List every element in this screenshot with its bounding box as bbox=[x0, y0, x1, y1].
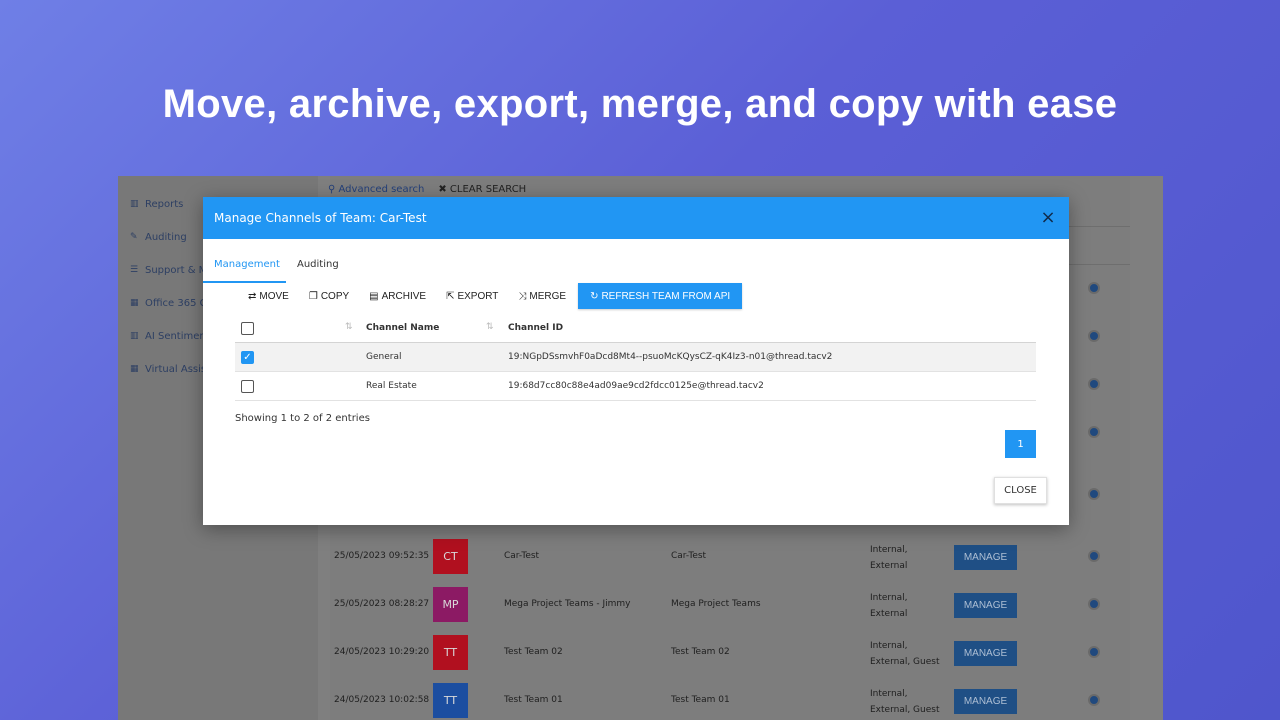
table-row[interactable]: Real Estate 19:68d7cc80c88e4ad09ae9cd2fd… bbox=[235, 372, 1036, 401]
info-icon[interactable] bbox=[1088, 330, 1100, 342]
sidebar-item-label: AI Sentiment bbox=[145, 330, 210, 342]
merge-button[interactable]: ⤨ MERGE bbox=[508, 283, 576, 309]
table-row[interactable]: ✓ General 19:NGpDSsmvhF0aDcd8Mt4--psuoMc… bbox=[235, 343, 1036, 372]
column-header-channel-name[interactable]: Channel Name bbox=[366, 323, 439, 333]
sidebar-item-label: Office 365 Gr bbox=[145, 297, 212, 309]
sort-icon[interactable]: ⇅ bbox=[486, 322, 494, 332]
refresh-team-button[interactable]: ↻ REFRESH TEAM FROM API bbox=[578, 283, 743, 309]
manage-button[interactable]: MANAGE bbox=[954, 545, 1017, 570]
tab-auditing[interactable]: Auditing bbox=[297, 259, 339, 283]
info-icon[interactable] bbox=[1088, 378, 1100, 390]
sidebar-item-auditing[interactable]: ✎ Auditing bbox=[130, 227, 187, 247]
swap-icon: ⇄ bbox=[248, 290, 257, 302]
channel-name: General bbox=[366, 352, 402, 362]
calendar-icon: ▦ bbox=[130, 364, 139, 374]
manage-button[interactable]: MANAGE bbox=[954, 593, 1017, 618]
info-icon[interactable] bbox=[1088, 598, 1100, 610]
channel-id: 19:NGpDSsmvhF0aDcd8Mt4--psuoMcKQysCZ-qK4… bbox=[508, 352, 833, 362]
avatar: CT bbox=[433, 539, 468, 574]
tab-bar: Management Auditing bbox=[203, 255, 1069, 283]
calendar-icon: ▦ bbox=[130, 298, 139, 308]
info-icon[interactable] bbox=[1088, 550, 1100, 562]
sidebar-item-office365[interactable]: ▦ Office 365 Gr bbox=[130, 293, 212, 313]
copy-icon: ❐ bbox=[308, 290, 318, 302]
channels-table: ⇅ Channel Name ⇅ Channel ID ✓ General 19… bbox=[235, 315, 1036, 401]
table-row: 25/05/2023 08:28:27 MP Mega Project Team… bbox=[330, 581, 1130, 629]
channel-toolbar: ⇄ MOVE ❐ COPY ▤ ARCHIVE ⇱ EXPORT ⤨ MERGE… bbox=[238, 283, 743, 309]
dialog-header: Manage Channels of Team: Car-Test × bbox=[203, 197, 1069, 239]
select-all-checkbox[interactable] bbox=[241, 322, 254, 335]
list-icon: ☰ bbox=[130, 265, 139, 275]
info-icon[interactable] bbox=[1088, 646, 1100, 658]
export-icon: ⇱ bbox=[446, 290, 455, 302]
avatar: TT bbox=[433, 635, 468, 670]
avatar: MP bbox=[433, 587, 468, 622]
sidebar-item-support[interactable]: ☰ Support & M bbox=[130, 260, 207, 280]
close-button[interactable]: CLOSE bbox=[994, 477, 1047, 504]
tab-management[interactable]: Management bbox=[203, 259, 286, 283]
table-row: 25/05/2023 09:52:35 CT Car-Test Car-Test… bbox=[330, 533, 1130, 581]
info-icon[interactable] bbox=[1088, 694, 1100, 706]
sort-icon[interactable]: ⇅ bbox=[345, 322, 353, 332]
manage-channels-dialog: Manage Channels of Team: Car-Test × Mana… bbox=[203, 197, 1069, 525]
archive-button[interactable]: ▤ ARCHIVE bbox=[359, 283, 436, 309]
sidebar-item-label: Reports bbox=[145, 198, 184, 210]
sidebar-item-reports[interactable]: ▥ Reports bbox=[130, 194, 183, 214]
info-icon[interactable] bbox=[1088, 426, 1100, 438]
archive-icon: ▤ bbox=[369, 290, 379, 302]
column-header-channel-id[interactable]: Channel ID bbox=[508, 323, 563, 333]
table-row: 24/05/2023 10:02:58 TT Test Team 01 Test… bbox=[330, 677, 1130, 720]
pagination-page-1[interactable]: 1 bbox=[1005, 430, 1036, 458]
table-info: Showing 1 to 2 of 2 entries bbox=[235, 413, 370, 424]
search-bar: ⚲ Advanced search ✖ CLEAR SEARCH bbox=[328, 184, 526, 195]
close-icon[interactable]: × bbox=[1039, 207, 1057, 228]
manage-button[interactable]: MANAGE bbox=[954, 689, 1017, 714]
sidebar-item-label: Auditing bbox=[145, 231, 187, 243]
refresh-icon: ↻ bbox=[590, 290, 599, 302]
search-icon: ⚲ bbox=[328, 184, 336, 195]
clear-search-button[interactable]: ✖ CLEAR SEARCH bbox=[438, 184, 526, 195]
sidebar-item-label: Virtual Assist bbox=[145, 363, 211, 375]
avatar: TT bbox=[433, 683, 468, 718]
close-icon: ✖ bbox=[438, 184, 447, 195]
channel-id: 19:68d7cc80c88e4ad09ae9cd2fdcc0125e@thre… bbox=[508, 381, 764, 391]
bar-chart-icon: ▥ bbox=[130, 331, 139, 341]
manage-button[interactable]: MANAGE bbox=[954, 641, 1017, 666]
table-row: 24/05/2023 10:29:20 TT Test Team 02 Test… bbox=[330, 629, 1130, 677]
table-header: ⇅ Channel Name ⇅ Channel ID bbox=[235, 315, 1036, 343]
bar-chart-icon: ▥ bbox=[130, 199, 139, 209]
dialog-title: Manage Channels of Team: Car-Test bbox=[214, 211, 427, 225]
advanced-search-link[interactable]: ⚲ Advanced search bbox=[328, 184, 424, 195]
promo-headline: Move, archive, export, merge, and copy w… bbox=[162, 82, 1118, 126]
move-button[interactable]: ⇄ MOVE bbox=[238, 283, 299, 309]
merge-icon: ⤨ bbox=[518, 290, 527, 302]
info-icon[interactable] bbox=[1088, 282, 1100, 294]
sidebar-item-label: Support & M bbox=[145, 264, 208, 276]
info-icon[interactable] bbox=[1088, 488, 1100, 500]
row-checkbox[interactable] bbox=[241, 380, 254, 393]
sidebar-item-ai-sentiment[interactable]: ▥ AI Sentiment bbox=[130, 326, 210, 346]
export-button[interactable]: ⇱ EXPORT bbox=[436, 283, 508, 309]
edit-icon: ✎ bbox=[130, 232, 138, 242]
sidebar-item-virtual-assistant[interactable]: ▦ Virtual Assist bbox=[130, 359, 210, 379]
channel-name: Real Estate bbox=[366, 381, 417, 391]
row-checkbox[interactable]: ✓ bbox=[241, 351, 254, 364]
copy-button[interactable]: ❐ COPY bbox=[299, 283, 359, 309]
